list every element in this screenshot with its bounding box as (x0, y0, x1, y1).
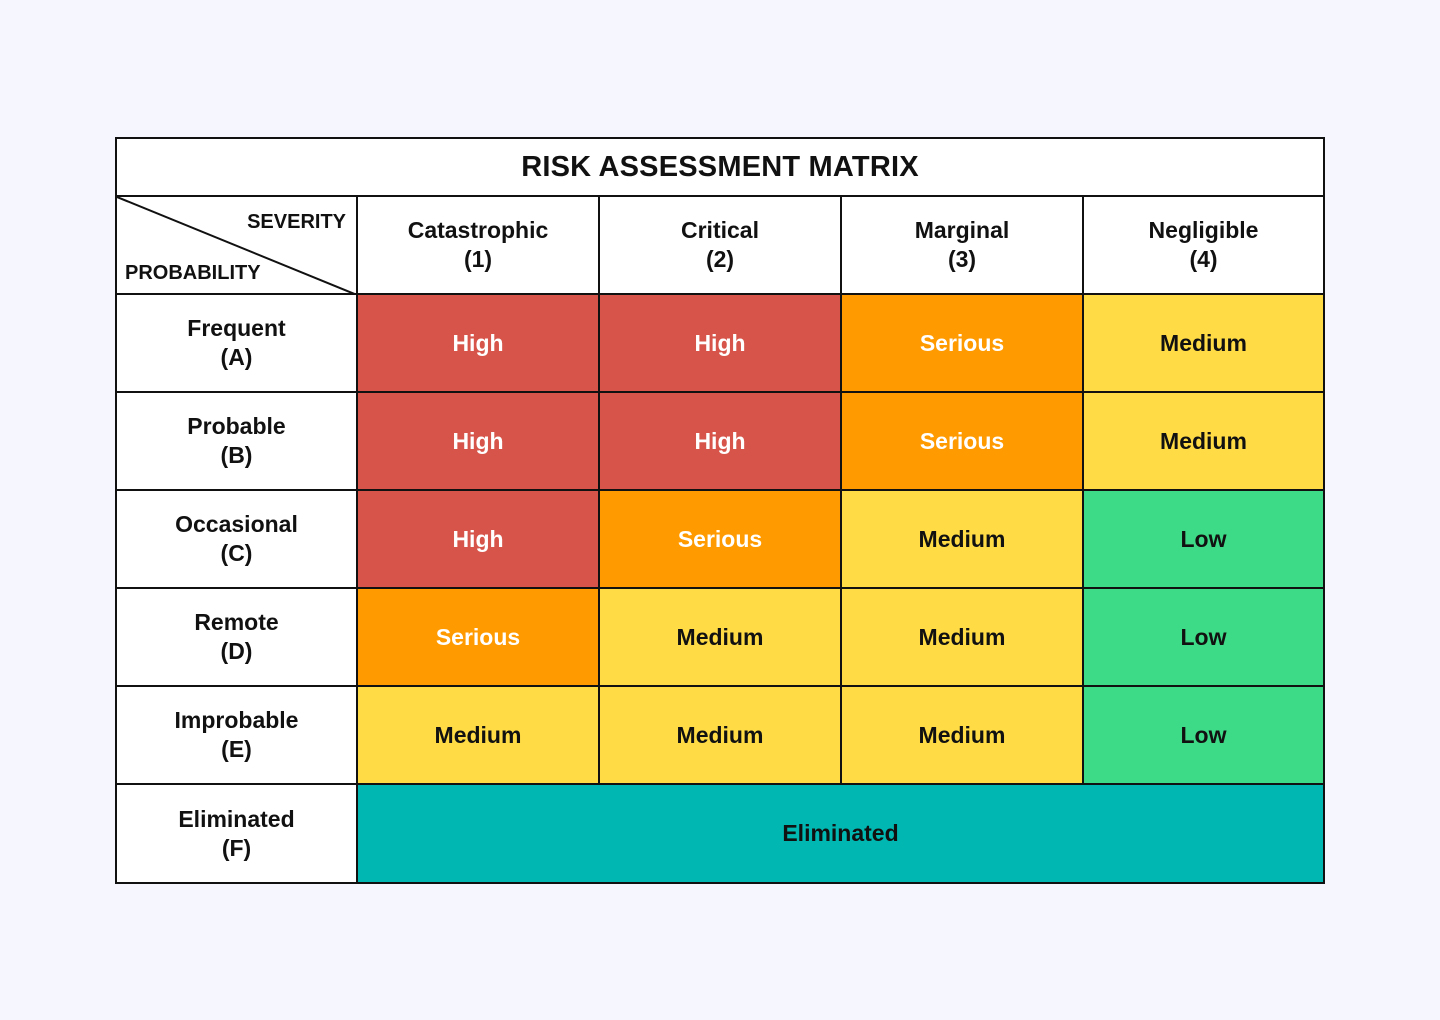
risk-cell: High (358, 393, 600, 491)
severity-name: Catastrophic (407, 217, 549, 243)
risk-cell: Low (1084, 687, 1323, 785)
severity-header: Negligible (4) (1084, 197, 1323, 295)
risk-level: Medium (1160, 427, 1247, 454)
probability-code: (E) (221, 736, 252, 762)
corner-header: SEVERITY PROBABILITY (117, 197, 358, 295)
severity-header: Marginal (3) (842, 197, 1084, 295)
risk-level: High (694, 329, 746, 356)
risk-level: Medium (1160, 329, 1247, 356)
severity-header: Critical (2) (600, 197, 842, 295)
risk-cell: High (600, 295, 842, 393)
risk-level: High (694, 427, 746, 454)
risk-level: Medium (676, 721, 764, 748)
eliminated-cell: Eliminated (358, 785, 1323, 882)
probability-header: Eliminated (F) (117, 785, 358, 882)
risk-cell: Medium (842, 491, 1084, 589)
risk-cell: Serious (842, 393, 1084, 491)
risk-cell: Medium (1084, 393, 1323, 491)
probability-header: Remote (D) (117, 589, 358, 687)
probability-header: Improbable (E) (117, 687, 358, 785)
risk-level: Serious (919, 329, 1005, 356)
risk-level: Serious (677, 525, 763, 552)
probability-header: Occasional (C) (117, 491, 358, 589)
probability-code: (F) (221, 834, 252, 861)
risk-cell: Medium (600, 589, 842, 687)
severity-code: (2) (705, 246, 735, 272)
risk-cell: Serious (600, 491, 842, 589)
severity-code: (3) (947, 246, 977, 272)
risk-level: Eliminated (782, 820, 899, 846)
risk-level: Low (1180, 721, 1227, 748)
risk-cell: High (600, 393, 842, 491)
probability-name: Improbable (174, 707, 299, 733)
severity-name: Critical (681, 217, 759, 243)
risk-level: Low (1180, 525, 1227, 552)
risk-level: Medium (676, 623, 764, 650)
probability-header: Probable (B) (117, 393, 358, 491)
severity-code: (4) (1189, 246, 1218, 272)
risk-level: High (452, 329, 504, 356)
risk-cell: Medium (1084, 295, 1323, 393)
risk-cell: Medium (358, 687, 600, 785)
risk-level: Serious (919, 427, 1005, 454)
matrix-title: RISK ASSESSMENT MATRIX (117, 139, 1323, 197)
risk-cell: Medium (842, 589, 1084, 687)
risk-cell: Medium (600, 687, 842, 785)
risk-level: Low (1180, 623, 1227, 650)
probability-axis-label: PROBABILITY (125, 262, 261, 284)
risk-level: Medium (918, 623, 1006, 650)
probability-name: Probable (187, 413, 286, 439)
severity-axis-label: SEVERITY (247, 211, 346, 233)
severity-name: Marginal (914, 217, 1010, 243)
risk-cell: High (358, 295, 600, 393)
severity-header: Catastrophic (1) (358, 197, 600, 295)
risk-cell: Low (1084, 491, 1323, 589)
risk-cell: Serious (842, 295, 1084, 393)
risk-cell: Low (1084, 589, 1323, 687)
severity-code: (1) (463, 246, 493, 272)
risk-matrix: RISK ASSESSMENT MATRIX SEVERITY PROBABIL… (115, 137, 1325, 884)
risk-level: Medium (434, 721, 522, 748)
risk-cell: High (358, 491, 600, 589)
probability-name: Frequent (187, 315, 286, 341)
matrix-grid: SEVERITY PROBABILITY Catastrophic (1) Crit… (117, 197, 1323, 882)
risk-level: Medium (918, 721, 1006, 748)
probability-code: (C) (220, 540, 253, 566)
probability-name: Eliminated (178, 805, 295, 832)
probability-code: (D) (220, 638, 253, 664)
probability-name: Occasional (175, 511, 298, 537)
probability-code: (A) (220, 344, 253, 370)
risk-cell: Medium (842, 687, 1084, 785)
risk-level: High (452, 427, 504, 454)
probability-header: Frequent (A) (117, 295, 358, 393)
risk-level: High (452, 525, 504, 552)
risk-cell: Serious (358, 589, 600, 687)
severity-name: Negligible (1148, 217, 1259, 243)
risk-level: Serious (435, 623, 521, 650)
risk-level: Medium (918, 525, 1006, 552)
probability-code: (B) (220, 442, 253, 468)
probability-name: Remote (194, 609, 279, 635)
